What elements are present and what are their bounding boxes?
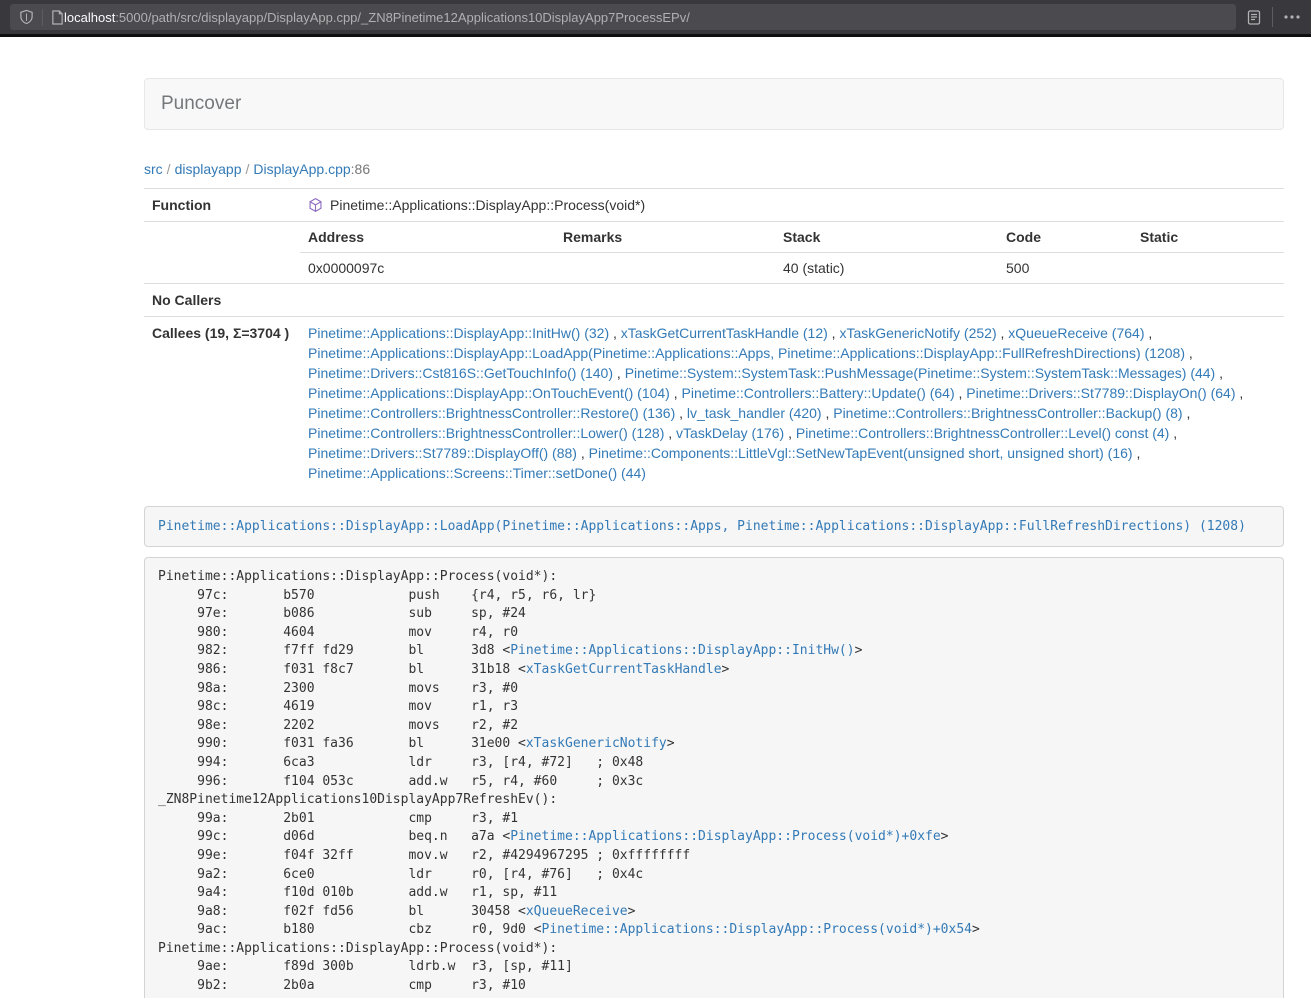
breadcrumb-separator: / [163,161,175,177]
loadapp-symbol-link[interactable]: Pinetime::Applications::DisplayApp::Load… [158,519,1246,534]
callee-link[interactable]: Pinetime::Drivers::St7789::DisplayOn() (… [966,385,1235,401]
breadcrumb-file-link[interactable]: DisplayApp.cpp [253,161,350,177]
disassembly-code: Pinetime::Applications::DisplayApp::Proc… [144,557,1284,998]
url-bar[interactable]: localhost:5000/path/src/displayapp/Displ… [10,4,1236,30]
stats-table: Address Remarks Stack Code Static 0x0000… [300,222,1284,283]
callee-link[interactable]: Pinetime::Controllers::BrightnessControl… [308,405,675,421]
symbol-link[interactable]: Pinetime::Applications::DisplayApp::Init… [510,643,854,658]
page-title[interactable]: Puncover [161,93,241,115]
callee-link[interactable]: Pinetime::System::SystemTask::PushMessag… [625,365,1216,381]
callee-link[interactable]: xQueueReceive (764) [1008,325,1144,341]
callees-row: Callees (19, Σ=3704 ) Pinetime::Applicat… [144,317,1284,490]
callee-link[interactable]: Pinetime::Applications::DisplayApp::OnTo… [308,385,670,401]
function-row: Function Pinetime::Applications::Display… [144,189,1284,222]
static-value [1132,253,1284,284]
breadcrumb-src-link[interactable]: src [144,161,163,177]
stack-value: 40 (static) [775,253,998,284]
symbol-link[interactable]: xTaskGetCurrentTaskHandle [526,662,722,677]
callee-link[interactable]: Pinetime::Applications::Screens::Timer::… [308,465,646,481]
breadcrumb-separator: / [242,161,254,177]
callee-link[interactable]: Pinetime::Controllers::BrightnessControl… [308,425,664,441]
callees-label: Callees (19, Σ=3704 ) [144,317,300,490]
no-callers-row: No Callers [144,284,1284,317]
callee-link[interactable]: Pinetime::Controllers::BrightnessControl… [833,405,1182,421]
callee-link[interactable]: Pinetime::Drivers::St7789::DisplayOff() … [308,445,577,461]
symbol-link[interactable]: xQueueReceive [526,904,628,919]
col-remarks: Remarks [555,222,775,253]
callee-link[interactable]: Pinetime::Applications::DisplayApp::Init… [308,325,609,341]
loadapp-highlight-box: Pinetime::Applications::DisplayApp::Load… [144,506,1284,547]
callee-link[interactable]: Pinetime::Components::LittleVgl::SetNewT… [589,445,1133,461]
callees-list: Pinetime::Applications::DisplayApp::Init… [308,325,1243,481]
stats-row: Address Remarks Stack Code Static 0x0000… [144,222,1284,284]
col-address: Address [300,222,555,253]
col-static: Static [1132,222,1284,253]
url-path: :5000/path/src/displayapp/DisplayApp.cpp… [115,10,690,25]
page-icon[interactable] [51,10,64,25]
browser-toolbar: localhost:5000/path/src/displayapp/Displ… [0,0,1311,34]
callee-link[interactable]: Pinetime::Drivers::Cst816S::GetTouchInfo… [308,365,613,381]
function-table: Function Pinetime::Applications::Display… [144,188,1284,489]
callee-link[interactable]: lv_task_handler (420) [687,405,822,421]
col-stack: Stack [775,222,998,253]
remarks-value [555,253,775,284]
function-label: Function [144,189,300,222]
code-value: 500 [998,253,1132,284]
callee-link[interactable]: vTaskDelay (176) [676,425,784,441]
method-cube-icon [308,197,323,213]
stats-values-row: 0x0000097c 40 (static) 500 [300,253,1284,284]
reader-mode-icon[interactable] [1246,9,1262,26]
callee-link[interactable]: Pinetime::Applications::DisplayApp::Load… [308,345,1185,361]
breadcrumb-line-number: :86 [351,161,370,177]
callee-link[interactable]: Pinetime::Controllers::Battery::Update()… [682,385,955,401]
address-value: 0x0000097c [300,253,555,284]
app-navbar: Puncover [144,78,1284,130]
divider [1272,7,1273,27]
divider [42,9,43,26]
url-host: localhost [64,10,115,25]
no-callers-label: No Callers [144,284,300,317]
shield-icon[interactable] [19,9,34,25]
symbol-link[interactable]: Pinetime::Applications::DisplayApp::Proc… [542,922,972,937]
breadcrumb-displayapp-link[interactable]: displayapp [175,161,242,177]
callee-link[interactable]: xTaskGenericNotify (252) [839,325,996,341]
callee-link[interactable]: xTaskGetCurrentTaskHandle (12) [621,325,828,341]
toolbar-shadow [0,34,1311,37]
callee-link[interactable]: Pinetime::Controllers::BrightnessControl… [796,425,1169,441]
function-name: Pinetime::Applications::DisplayApp::Proc… [330,195,645,215]
page-container: Puncover src/displayapp/DisplayApp.cpp:8… [144,78,1284,998]
menu-icon[interactable] [1283,8,1301,26]
symbol-link[interactable]: Pinetime::Applications::DisplayApp::Proc… [510,829,940,844]
breadcrumb: src/displayapp/DisplayApp.cpp:86 [144,161,1284,177]
url-text[interactable]: localhost:5000/path/src/displayapp/Displ… [64,10,690,25]
col-code: Code [998,222,1132,253]
symbol-link[interactable]: xTaskGenericNotify [526,736,667,751]
